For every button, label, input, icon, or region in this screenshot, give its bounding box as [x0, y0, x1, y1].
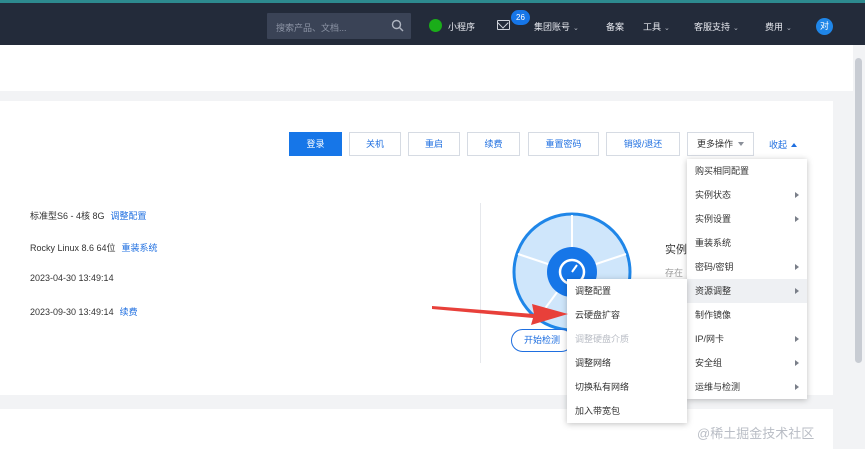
submenu-item-label: 加入带宽包 — [575, 406, 621, 416]
nav-support[interactable]: 客服支持 ⌄ — [694, 20, 739, 33]
search-input[interactable]: 搜索产品、文档... — [267, 13, 411, 39]
submenu-item-label: 切换私有网络 — [575, 382, 630, 392]
nav-tools[interactable]: 工具 ⌄ — [643, 20, 670, 33]
mail-icon[interactable] — [497, 20, 510, 30]
menu-item-password-key[interactable]: 密码/密钥 — [687, 255, 807, 279]
header-strip — [0, 45, 853, 91]
menu-item-label: 运维与检测 — [695, 382, 741, 392]
os-row: Rocky Linux 8.6 64位 重装系统 — [30, 241, 158, 254]
chevron-right-icon — [795, 336, 799, 342]
menu-item-ops-check[interactable]: 运维与检测 — [687, 375, 807, 399]
menu-item-buy-same[interactable]: 购买相同配置 — [687, 159, 807, 183]
nav-fees[interactable]: 费用 ⌄ — [765, 20, 792, 33]
submenu-item-label: 云硬盘扩容 — [575, 310, 621, 320]
menu-item-resource-adjust[interactable]: 资源调整 — [687, 279, 807, 303]
menu-item-instance-status[interactable]: 实例状态 — [687, 183, 807, 207]
submenu-item-adjust-network[interactable]: 调整网络 — [567, 351, 687, 375]
submenu-item-disk-media: 调整硬盘介质 — [567, 327, 687, 351]
collapse-link[interactable]: 收起 — [769, 138, 798, 151]
reinstall-link[interactable]: 重装系统 — [122, 243, 158, 253]
spec-value: 标准型S6 - 4核 8G — [30, 211, 105, 221]
submenu-item-adjust-config[interactable]: 调整配置 — [567, 279, 687, 303]
nav-group-account[interactable]: 集团账号 ⌄ — [534, 20, 579, 33]
menu-item-label: 安全组 — [695, 358, 723, 368]
chevron-down-icon: ⌄ — [573, 25, 579, 32]
menu-item-label: 制作镜像 — [695, 310, 732, 320]
os-value: Rocky Linux 8.6 64位 — [30, 243, 116, 253]
more-actions-label: 更多操作 — [696, 139, 733, 149]
menu-item-reinstall[interactable]: 重装系统 — [687, 231, 807, 255]
more-actions-menu: 购买相同配置 实例状态 实例设置 重装系统 密码/密钥 资源调整 制作镜像 IP… — [687, 159, 807, 399]
caret-down-icon — [738, 142, 744, 146]
collapse-label: 收起 — [769, 140, 788, 150]
nav-record[interactable]: 备案 — [606, 20, 624, 33]
health-title: 实例 — [665, 244, 687, 256]
avatar[interactable]: 对 — [816, 18, 833, 35]
nav-miniprogram[interactable]: 小程序 — [448, 20, 475, 33]
menu-item-label: 资源调整 — [695, 286, 732, 296]
chevron-right-icon — [795, 192, 799, 198]
scrollbar-thumb[interactable] — [855, 58, 862, 363]
submenu-item-disk-expand[interactable]: 云硬盘扩容 — [567, 303, 687, 327]
reset-password-button[interactable]: 重置密码 — [528, 132, 599, 156]
miniprogram-icon[interactable] — [429, 19, 442, 32]
chevron-right-icon — [795, 264, 799, 270]
chevron-right-icon — [795, 288, 799, 294]
restart-button[interactable]: 重启 — [408, 132, 460, 156]
search-placeholder: 搜索产品、文档... — [276, 23, 347, 33]
menu-item-label: 实例状态 — [695, 190, 732, 200]
menu-item-make-image[interactable]: 制作镜像 — [687, 303, 807, 327]
nav-support-label: 客服支持 — [694, 22, 731, 32]
start-check-button[interactable]: 开始检测 — [511, 329, 573, 352]
adjust-config-link[interactable]: 调整配置 — [111, 211, 147, 221]
health-subtext: 存在 — [665, 268, 684, 278]
nav-fees-label: 费用 — [765, 22, 784, 32]
expire-row: 2023-09-30 13:49:14 续费 — [30, 305, 138, 318]
destroy-return-button[interactable]: 销毁/退还 — [606, 132, 680, 156]
renew-button[interactable]: 续费 — [467, 132, 520, 156]
nav-tools-label: 工具 — [643, 22, 662, 32]
chevron-down-icon: ⌄ — [664, 25, 670, 32]
menu-item-security-group[interactable]: 安全组 — [687, 351, 807, 375]
more-actions-button[interactable]: 更多操作 — [687, 132, 754, 156]
submenu-item-switch-vpc[interactable]: 切换私有网络 — [567, 375, 687, 399]
spec-row: 标准型S6 - 4核 8G 调整配置 — [30, 209, 147, 222]
submenu-item-label: 调整配置 — [575, 286, 612, 296]
chevron-down-icon: ⌄ — [786, 25, 792, 32]
submenu-item-label: 调整网络 — [575, 358, 612, 368]
search-icon[interactable] — [391, 19, 404, 32]
submenu-item-label: 调整硬盘介质 — [575, 334, 630, 344]
menu-item-instance-settings[interactable]: 实例设置 — [687, 207, 807, 231]
created-time: 2023-04-30 13:49:14 — [30, 273, 114, 283]
divider — [480, 203, 481, 363]
menu-item-label: 实例设置 — [695, 214, 732, 224]
chevron-right-icon — [795, 216, 799, 222]
resource-adjust-submenu: 调整配置 云硬盘扩容 调整硬盘介质 调整网络 切换私有网络 加入带宽包 — [567, 279, 687, 423]
chevron-right-icon — [795, 384, 799, 390]
mail-badge: 26 — [511, 10, 530, 25]
menu-item-label: 重装系统 — [695, 238, 732, 248]
watermark: @稀土掘金技术社区 — [697, 426, 815, 441]
top-nav: 搜索产品、文档... 小程序 26 集团账号 ⌄ 备案 工具 ⌄ 客服支持 ⌄ 费用 ⌄… — [0, 0, 865, 45]
chevron-down-icon: ⌄ — [733, 25, 739, 32]
caret-up-icon — [791, 143, 798, 147]
menu-item-label: 购买相同配置 — [695, 166, 750, 176]
login-button[interactable]: 登录 — [289, 132, 342, 156]
menu-item-label: 密码/密钥 — [695, 262, 734, 272]
annotation-arrow-icon — [432, 304, 568, 325]
shutdown-button[interactable]: 关机 — [349, 132, 401, 156]
submenu-item-bandwidth-pack[interactable]: 加入带宽包 — [567, 399, 687, 423]
menu-item-ip-nic[interactable]: IP/网卡 — [687, 327, 807, 351]
chevron-right-icon — [795, 360, 799, 366]
expire-value: 2023-09-30 13:49:14 — [30, 307, 114, 317]
renew-link[interactable]: 续费 — [120, 307, 138, 317]
nav-group-account-label: 集团账号 — [534, 22, 571, 32]
menu-item-label: IP/网卡 — [695, 334, 725, 344]
